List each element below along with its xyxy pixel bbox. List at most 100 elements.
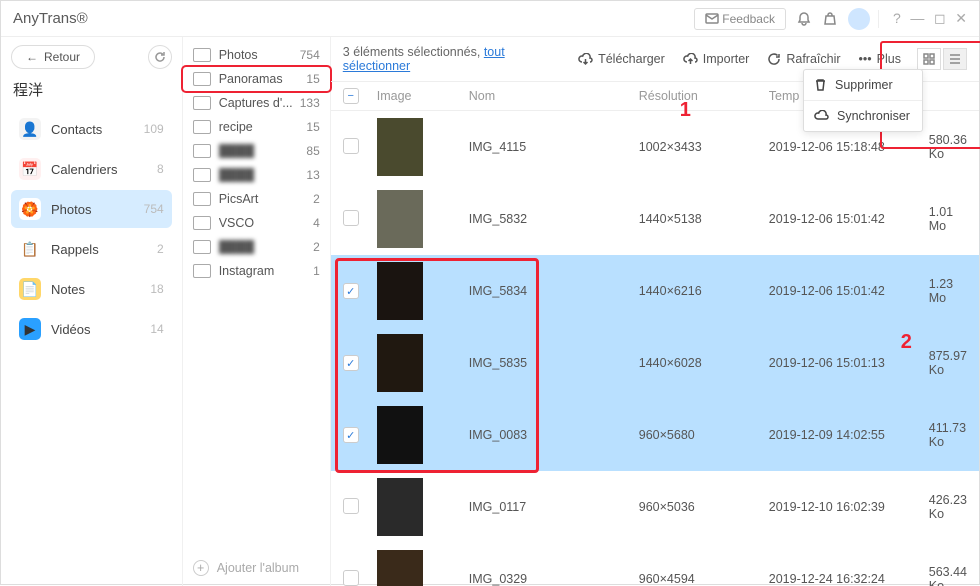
header-resolution[interactable]: Résolution: [639, 89, 769, 103]
table-row[interactable]: ✓ IMG_5834 1440×6216 2019-12-06 15:01:42…: [331, 255, 979, 327]
row-nom: IMG_0329: [469, 572, 639, 586]
thumbnail: [377, 118, 423, 176]
nav-item-rappels[interactable]: 📋 Rappels 2: [11, 230, 172, 268]
row-checkbox[interactable]: [343, 138, 359, 154]
minimize-button[interactable]: —: [910, 10, 924, 26]
import-button[interactable]: Importer: [683, 52, 750, 66]
nav-count: 18: [150, 282, 163, 296]
header-nom[interactable]: Nom: [469, 89, 639, 103]
album-count: 2: [313, 192, 320, 206]
album-item[interactable]: Photos 754: [183, 43, 330, 67]
header-image[interactable]: Image: [377, 89, 469, 103]
close-button[interactable]: ✕: [955, 10, 967, 26]
table-body: IMG_4115 1002×3433 2019-12-06 15:18:48 5…: [331, 111, 979, 586]
thumbnail: [377, 406, 423, 464]
refresh-icon: [767, 52, 781, 66]
album-item[interactable]: Instagram 1: [183, 259, 330, 283]
row-time: 2019-12-09 14:02:55: [769, 428, 929, 442]
grid-view-button[interactable]: [917, 48, 941, 70]
table-row[interactable]: IMG_0117 960×5036 2019-12-10 16:02:39 42…: [331, 471, 979, 543]
table-row[interactable]: IMG_0329 960×4594 2019-12-24 16:32:24 56…: [331, 543, 979, 586]
nav-item-photos[interactable]: 🏵️ Photos 754: [11, 190, 172, 228]
album-label: ████: [219, 240, 313, 254]
cloud-upload-icon: [683, 53, 698, 66]
row-resolution: 960×4594: [639, 572, 769, 586]
row-time: 2019-12-24 16:32:24: [769, 572, 929, 586]
album-count: 13: [306, 168, 319, 182]
album-item[interactable]: ████ 13: [183, 163, 330, 187]
nav-item-contacts[interactable]: 👤 Contacts 109: [11, 110, 172, 148]
row-resolution: 960×5680: [639, 428, 769, 442]
shop-button[interactable]: [822, 11, 838, 27]
nav-item-vidéos[interactable]: ▶ Vidéos 14: [11, 310, 172, 348]
arrow-left-icon: ←: [26, 50, 38, 64]
row-checkbox[interactable]: [343, 210, 359, 226]
row-time: 2019-12-06 15:01:42: [769, 212, 929, 226]
nav-icon: 📋: [19, 238, 41, 260]
more-button[interactable]: ••• Plus: [859, 52, 901, 66]
download-button[interactable]: Télécharger: [578, 52, 665, 66]
album-count: 1: [313, 264, 320, 278]
nav-label: Rappels: [51, 242, 157, 257]
maximize-button[interactable]: ◻: [934, 10, 946, 26]
username: 程洋: [13, 79, 172, 100]
thumbnail: [377, 190, 423, 248]
row-checkbox[interactable]: ✓: [343, 427, 359, 443]
refresh-button[interactable]: [148, 45, 172, 69]
nav-label: Notes: [51, 282, 150, 297]
album-item[interactable]: Panoramas 15: [183, 67, 330, 91]
row-checkbox[interactable]: ✓: [343, 355, 359, 371]
refresh-toolbar-button[interactable]: Rafraîchir: [767, 52, 840, 66]
thumbnail: [377, 262, 423, 320]
album-item[interactable]: Captures d'... 133: [183, 91, 330, 115]
album-item[interactable]: recipe 15: [183, 115, 330, 139]
row-resolution: 1440×6216: [639, 284, 769, 298]
row-checkbox[interactable]: [343, 498, 359, 514]
row-size: 411.73 Ko: [929, 421, 967, 449]
add-album-button[interactable]: + Ajouter l'album: [193, 560, 299, 576]
album-item[interactable]: VSCO 4: [183, 211, 330, 235]
row-checkbox[interactable]: [343, 570, 359, 586]
album-count: 4: [313, 216, 320, 230]
bell-icon: [796, 11, 812, 27]
feedback-label: Feedback: [722, 12, 775, 26]
album-item[interactable]: ████ 2: [183, 235, 330, 259]
nav-item-calendriers[interactable]: 📅 Calendriers 8: [11, 150, 172, 188]
sync-menuitem[interactable]: Synchroniser: [804, 101, 922, 131]
row-nom: IMG_0083: [469, 428, 639, 442]
album-item[interactable]: ████ 85: [183, 139, 330, 163]
table-row[interactable]: ✓ IMG_0083 960×5680 2019-12-09 14:02:55 …: [331, 399, 979, 471]
add-album-label: Ajouter l'album: [217, 561, 299, 575]
feedback-button[interactable]: Feedback: [694, 8, 786, 30]
table-row[interactable]: IMG_5832 1440×5138 2019-12-06 15:01:42 1…: [331, 183, 979, 255]
help-button[interactable]: ?: [893, 10, 901, 26]
cloud-download-icon: [578, 53, 593, 66]
album-icon: [193, 168, 211, 182]
grid-icon: [923, 53, 935, 65]
album-label: ████: [219, 144, 307, 158]
table-row[interactable]: ✓ IMG_5835 1440×6028 2019-12-06 15:01:13…: [331, 327, 979, 399]
view-toggle: [917, 48, 967, 70]
nav-item-notes[interactable]: 📄 Notes 18: [11, 270, 172, 308]
delete-menuitem[interactable]: Supprimer: [804, 70, 922, 101]
refresh-icon: [154, 51, 166, 63]
row-checkbox[interactable]: ✓: [343, 283, 359, 299]
thumbnail: [377, 550, 423, 586]
album-icon: [193, 216, 211, 230]
user-avatar[interactable]: [848, 8, 870, 30]
album-icon: [193, 144, 211, 158]
row-nom: IMG_5832: [469, 212, 639, 226]
notification-button[interactable]: [796, 11, 812, 27]
row-size: 1.23 Mo: [929, 277, 967, 305]
album-item[interactable]: PicsArt 2: [183, 187, 330, 211]
select-all-checkbox[interactable]: −: [343, 88, 359, 104]
divider: [878, 10, 879, 28]
album-label: ████: [219, 168, 307, 182]
bag-icon: [822, 11, 838, 27]
row-resolution: 960×5036: [639, 500, 769, 514]
more-dropdown: Supprimer Synchroniser: [803, 69, 923, 132]
dots-icon: •••: [859, 52, 872, 66]
mail-icon: [705, 13, 719, 24]
list-view-button[interactable]: [943, 48, 967, 70]
back-button[interactable]: ← Retour: [11, 45, 95, 69]
